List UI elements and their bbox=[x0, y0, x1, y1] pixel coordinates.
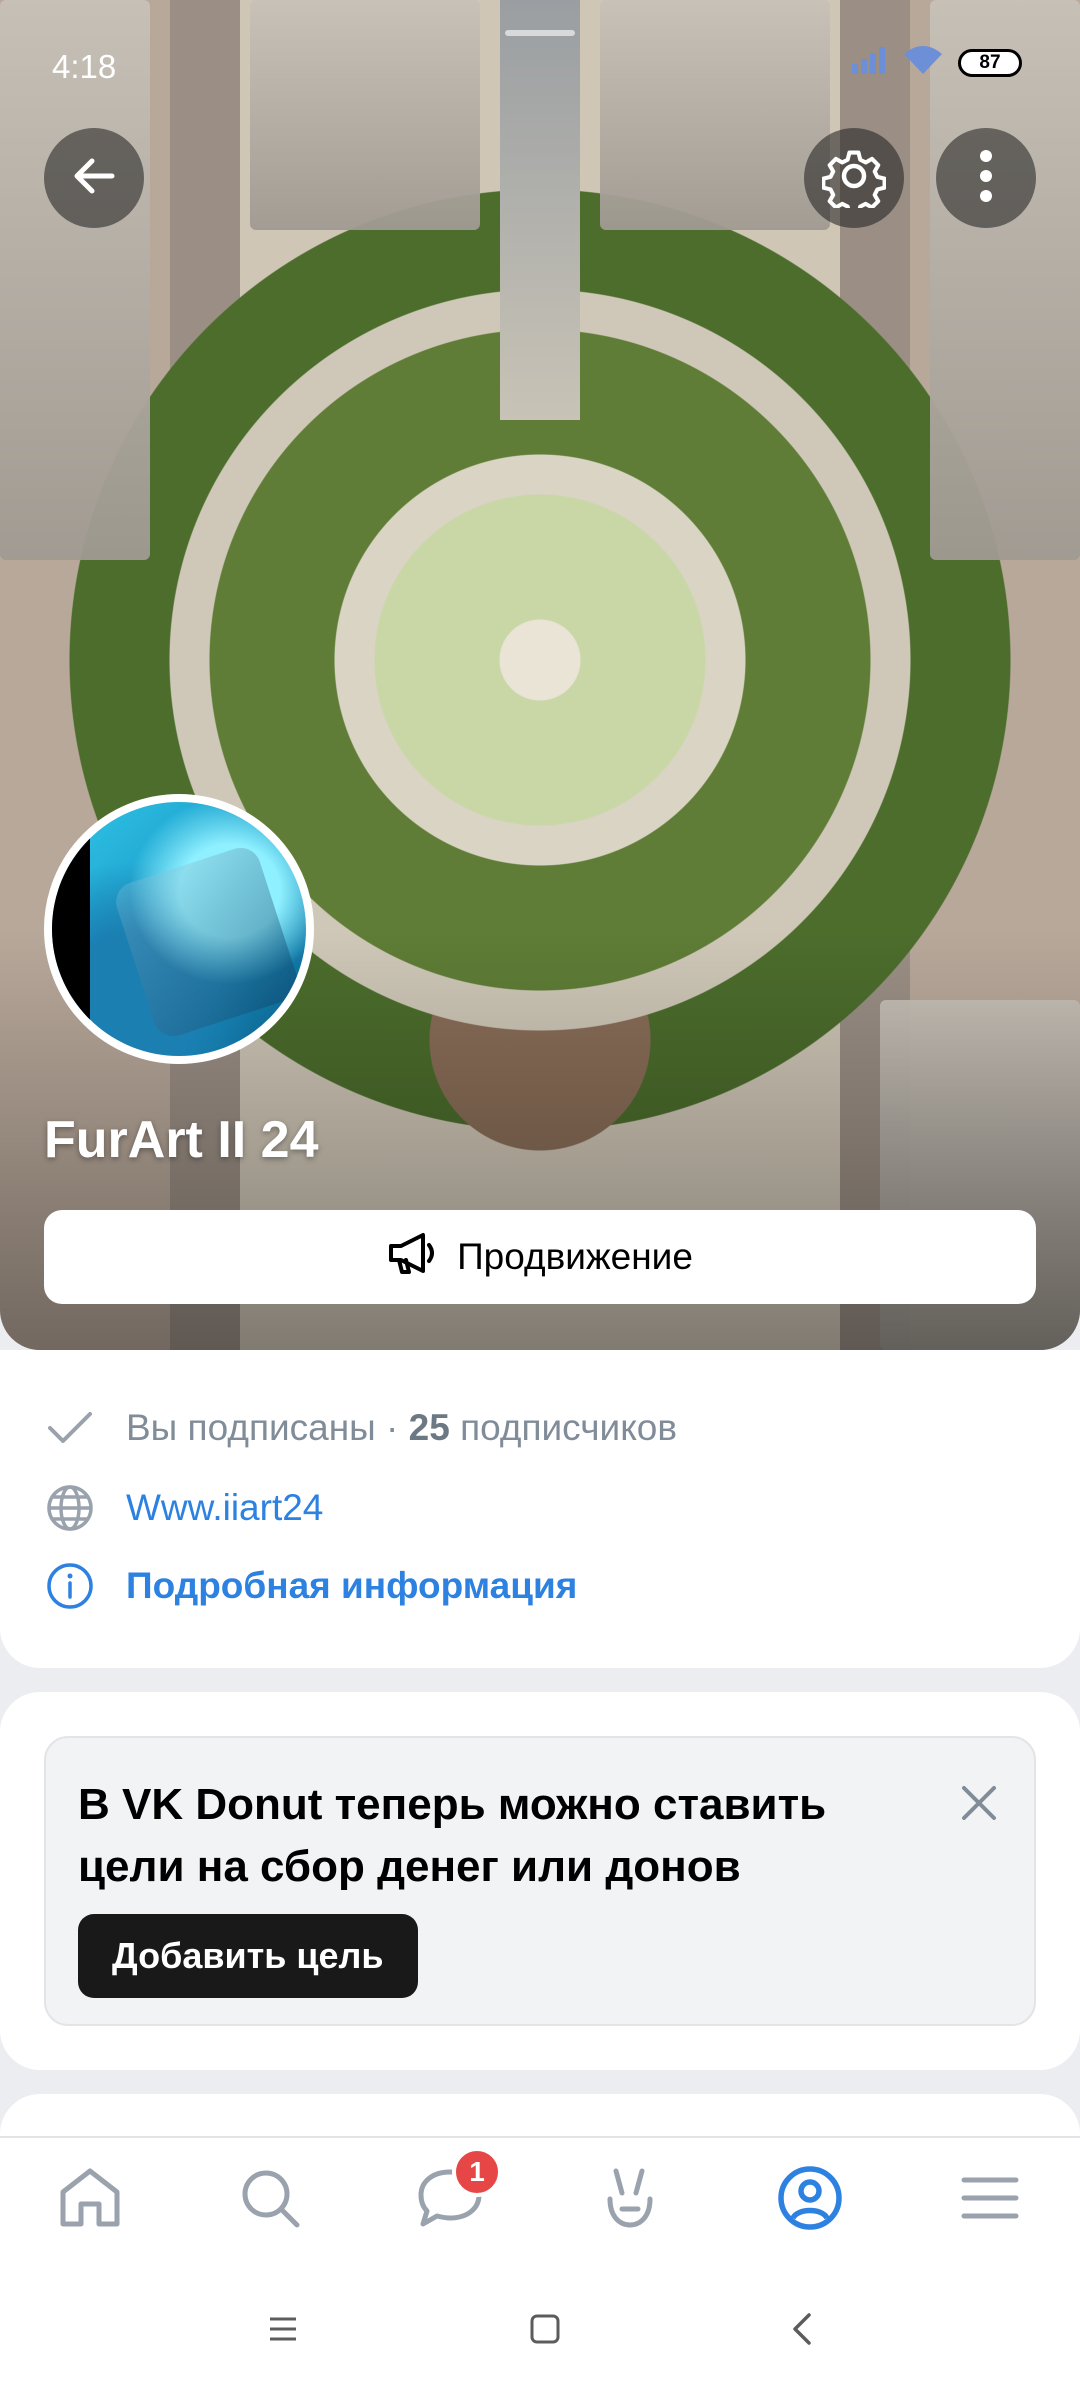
gear-icon bbox=[821, 144, 887, 216]
back-button[interactable] bbox=[44, 128, 144, 228]
donut-banner: В VK Donut теперь можно ставить цели на … bbox=[44, 1736, 1036, 2026]
promote-button[interactable]: Продвижение bbox=[44, 1210, 1036, 1304]
promote-label: Продвижение bbox=[457, 1236, 693, 1277]
separator: · bbox=[375, 1407, 409, 1448]
drag-handle bbox=[505, 30, 575, 36]
nav-home[interactable] bbox=[30, 2145, 150, 2255]
subscribers-count: 25 bbox=[408, 1407, 450, 1448]
nav-search[interactable] bbox=[210, 2145, 330, 2255]
check-icon bbox=[44, 1402, 96, 1454]
clips-icon bbox=[602, 2165, 658, 2236]
settings-button[interactable] bbox=[804, 128, 904, 228]
donut-section: В VK Donut теперь можно ставить цели на … bbox=[0, 1692, 1080, 2070]
details-link[interactable]: Подробная информация bbox=[126, 1565, 577, 1607]
status-time: 4:18 bbox=[52, 48, 117, 85]
bottom-navigation: 1 bbox=[0, 2136, 1080, 2262]
battery-icon: 87 bbox=[958, 48, 1022, 77]
nav-menu[interactable] bbox=[930, 2145, 1050, 2255]
close-icon bbox=[954, 1786, 1004, 1832]
home-system-button[interactable] bbox=[529, 2313, 561, 2350]
subscription-status[interactable]: Вы подписаны · 25 подписчиков bbox=[44, 1402, 677, 1454]
add-goal-button[interactable]: Добавить цель bbox=[78, 1914, 418, 1998]
recent-apps-button[interactable] bbox=[267, 2316, 299, 2347]
megaphone-icon bbox=[387, 1231, 439, 1284]
signal-icon bbox=[850, 46, 888, 79]
community-avatar[interactable] bbox=[44, 794, 314, 1064]
globe-icon bbox=[44, 1482, 96, 1534]
subscribers-label: подписчиков bbox=[449, 1407, 678, 1448]
details-row[interactable]: Подробная информация bbox=[44, 1560, 577, 1612]
community-info: Вы подписаны · 25 подписчиков Www.iiart2… bbox=[0, 1350, 1080, 1668]
info-icon bbox=[44, 1560, 96, 1612]
menu-icon bbox=[960, 2174, 1020, 2227]
back-system-button[interactable] bbox=[791, 2312, 813, 2351]
website-link[interactable]: Www.iiart24 bbox=[126, 1487, 323, 1529]
search-icon bbox=[239, 2167, 301, 2234]
nav-clips[interactable] bbox=[570, 2145, 690, 2255]
arrow-left-icon bbox=[66, 148, 122, 209]
home-icon bbox=[57, 2166, 123, 2235]
community-name: FurArt II 24 bbox=[44, 1111, 319, 1169]
close-banner-button[interactable] bbox=[954, 1778, 1004, 1828]
subscribed-text: Вы подписаны bbox=[126, 1407, 376, 1448]
more-button[interactable] bbox=[936, 128, 1036, 228]
system-navigation bbox=[0, 2262, 1080, 2400]
status-icons: 87 bbox=[850, 44, 1022, 81]
messages-badge: 1 bbox=[452, 2147, 502, 2197]
website-row[interactable]: Www.iiart24 bbox=[44, 1482, 323, 1534]
nav-profile[interactable] bbox=[750, 2145, 870, 2255]
wifi-icon bbox=[902, 44, 944, 81]
profile-icon bbox=[776, 2164, 844, 2237]
more-vertical-icon bbox=[976, 146, 996, 211]
nav-messages[interactable]: 1 bbox=[390, 2145, 510, 2255]
donut-title: В VK Donut теперь можно ставить цели на … bbox=[78, 1780, 827, 1891]
